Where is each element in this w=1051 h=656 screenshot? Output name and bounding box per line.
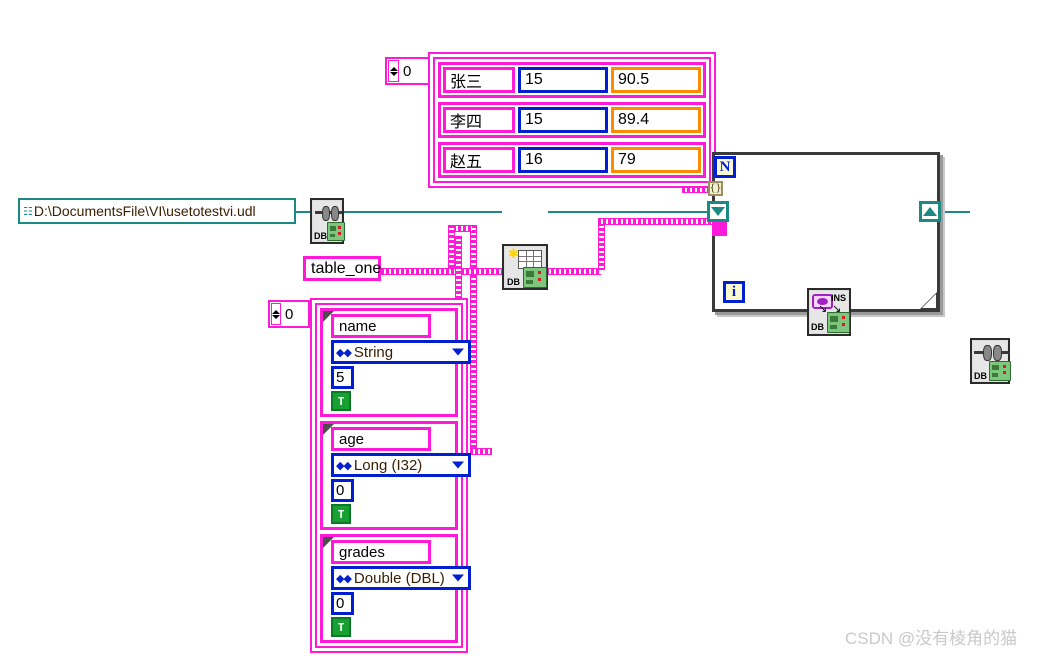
table-row[interactable]: 赵五 16 79 xyxy=(438,142,706,178)
enum-left-right-icon: ◆◆ xyxy=(336,571,352,585)
loop-iteration-terminal[interactable]: i xyxy=(723,281,745,303)
data-array-index-spinner[interactable] xyxy=(388,60,399,82)
vi-db-create-table[interactable]: ✱ DB xyxy=(502,244,548,290)
cell-name[interactable]: 赵五 xyxy=(443,147,515,173)
vi-db-close-connection[interactable]: DB xyxy=(970,338,1011,384)
vi-db-insert-data[interactable]: INS ↘ ↘ DB xyxy=(807,288,851,336)
shift-register-left[interactable] xyxy=(707,201,729,222)
wire-schema-join-v xyxy=(448,225,455,270)
enum-left-right-icon: ◆◆ xyxy=(336,345,352,359)
db-label: DB xyxy=(811,322,824,332)
table-row[interactable]: 张三 15 90.5 xyxy=(438,62,706,98)
data-array-elements: 张三 15 90.5 李四 15 89.4 赵五 16 79 xyxy=(433,57,711,183)
schema-array-elements: name ◆◆ String 5 T age ◆◆ Long (I32) 0 T… xyxy=(315,303,471,648)
spinner-up-arrow-icon[interactable] xyxy=(272,309,280,314)
schema-field-name[interactable]: grades xyxy=(331,540,431,564)
wire-schema-h-in xyxy=(470,448,492,455)
schema-type-value: String xyxy=(353,343,394,361)
schema-size-field[interactable]: 0 xyxy=(331,592,354,615)
shift-register-right[interactable] xyxy=(919,201,941,222)
db-board-icon xyxy=(827,312,850,333)
schema-array-index-spinner[interactable] xyxy=(271,303,281,325)
schema-array-index-display[interactable]: 0 xyxy=(268,300,310,328)
vi-db-open-connection[interactable]: DB xyxy=(310,198,345,244)
spinner-up-arrow-icon[interactable] xyxy=(389,66,398,71)
cell-grade[interactable]: 90.5 xyxy=(611,67,701,93)
table-name-constant[interactable]: table_one xyxy=(303,256,381,281)
db-label: DB xyxy=(507,277,520,287)
db-label: DB xyxy=(974,371,987,381)
schema-bool-toggle[interactable]: T xyxy=(331,391,351,411)
cell-age[interactable]: 15 xyxy=(518,107,608,133)
cell-age[interactable]: 16 xyxy=(518,147,608,173)
cell-name[interactable]: 李四 xyxy=(443,107,515,133)
schema-array-control[interactable]: name ◆◆ String 5 T age ◆◆ Long (I32) 0 T… xyxy=(310,298,471,653)
schema-array-index-value[interactable]: 0 xyxy=(281,303,309,325)
data-array-index-display[interactable]: 0 xyxy=(385,57,430,85)
connection-path-value: D:\DocumentsFile\VI\usetotestvi.udl xyxy=(33,203,256,219)
table-row[interactable]: 李四 15 89.4 xyxy=(438,102,706,138)
chevron-down-icon[interactable] xyxy=(452,574,464,582)
triangle-down-icon xyxy=(711,207,725,216)
schema-field-name[interactable]: name xyxy=(331,314,431,338)
vi-background: INS ↘ ↘ DB xyxy=(810,291,850,333)
vi-background: DB xyxy=(973,341,1011,381)
chevron-down-icon[interactable] xyxy=(452,348,464,356)
wire-tablename-v xyxy=(598,218,605,270)
db-board-icon xyxy=(327,222,345,241)
spinner-down-arrow-icon[interactable] xyxy=(389,71,398,76)
wire-create-to-loop xyxy=(548,211,713,213)
vi-background: ✱ DB xyxy=(505,247,547,288)
plug-left-icon xyxy=(983,345,992,361)
data-array-control[interactable]: 张三 15 90.5 李四 15 89.4 赵五 16 79 xyxy=(428,52,716,188)
triangle-up-icon xyxy=(923,207,937,216)
plug-right-icon xyxy=(993,345,1002,361)
schema-type-dropdown[interactable]: ◆◆ Long (I32) xyxy=(331,453,471,477)
chevron-down-icon[interactable] xyxy=(452,461,464,469)
schema-size-field[interactable]: 0 xyxy=(331,479,354,502)
arrow-down-right-icon-1: ↘ xyxy=(818,302,828,315)
schema-type-dropdown[interactable]: ◆◆ String xyxy=(331,340,471,364)
watermark-text: CSDN @没有棱角的猫 xyxy=(845,629,1018,648)
cell-name[interactable]: 张三 xyxy=(443,67,515,93)
db-board-icon xyxy=(989,361,1011,381)
loop-count-terminal[interactable]: N xyxy=(714,156,736,178)
cell-grade[interactable]: 79 xyxy=(611,147,701,173)
data-array-index-value[interactable]: 0 xyxy=(399,60,427,82)
cell-age[interactable]: 15 xyxy=(518,67,608,93)
spinner-down-arrow-icon[interactable] xyxy=(272,314,280,319)
schema-bool-toggle[interactable]: T xyxy=(331,504,351,524)
schema-field-name[interactable]: age xyxy=(331,427,431,451)
schema-type-value: Double (DBL) xyxy=(353,569,445,587)
loop-corner-inner-icon xyxy=(922,294,936,308)
db-label: DB xyxy=(314,231,327,241)
cluster-corner-icon xyxy=(323,537,334,548)
cell-grade[interactable]: 89.4 xyxy=(611,107,701,133)
db-board-icon xyxy=(523,267,547,288)
block-diagram-canvas: ☷ D:\DocumentsFile\VI\usetotestvi.udl 0 … xyxy=(0,0,1051,656)
schema-size-field[interactable]: 5 xyxy=(331,366,354,389)
wire-tablename-to-loop xyxy=(598,218,723,225)
schema-bool-toggle[interactable]: T xyxy=(331,617,351,637)
schema-cluster[interactable]: grades ◆◆ Double (DBL) 0 T xyxy=(320,534,471,643)
vi-background: DB xyxy=(313,201,345,241)
connection-path-constant[interactable]: ☷ D:\DocumentsFile\VI\usetotestvi.udl xyxy=(18,198,296,224)
loop-autoindex-tunnel[interactable]: {} xyxy=(708,181,723,196)
wire-loop-to-close xyxy=(941,211,970,213)
path-icon: ☷ xyxy=(23,204,33,218)
wire-schema-v-main xyxy=(470,225,477,450)
loop-input-tunnel-magenta[interactable] xyxy=(712,222,727,236)
cluster-corner-icon xyxy=(323,311,334,322)
cluster-corner-icon xyxy=(323,424,334,435)
enum-left-right-icon: ◆◆ xyxy=(336,458,352,472)
wire-tablename-h xyxy=(381,268,601,275)
new-star-icon: ✱ xyxy=(508,247,519,262)
schema-type-dropdown[interactable]: ◆◆ Double (DBL) xyxy=(331,566,471,590)
plug-right-icon xyxy=(331,206,339,221)
plug-left-icon xyxy=(322,206,330,221)
schema-cluster[interactable]: age ◆◆ Long (I32) 0 T xyxy=(320,421,471,530)
schema-type-value: Long (I32) xyxy=(353,456,423,474)
wire-open-to-create xyxy=(344,211,502,213)
schema-cluster[interactable]: name ◆◆ String 5 T xyxy=(320,308,471,417)
